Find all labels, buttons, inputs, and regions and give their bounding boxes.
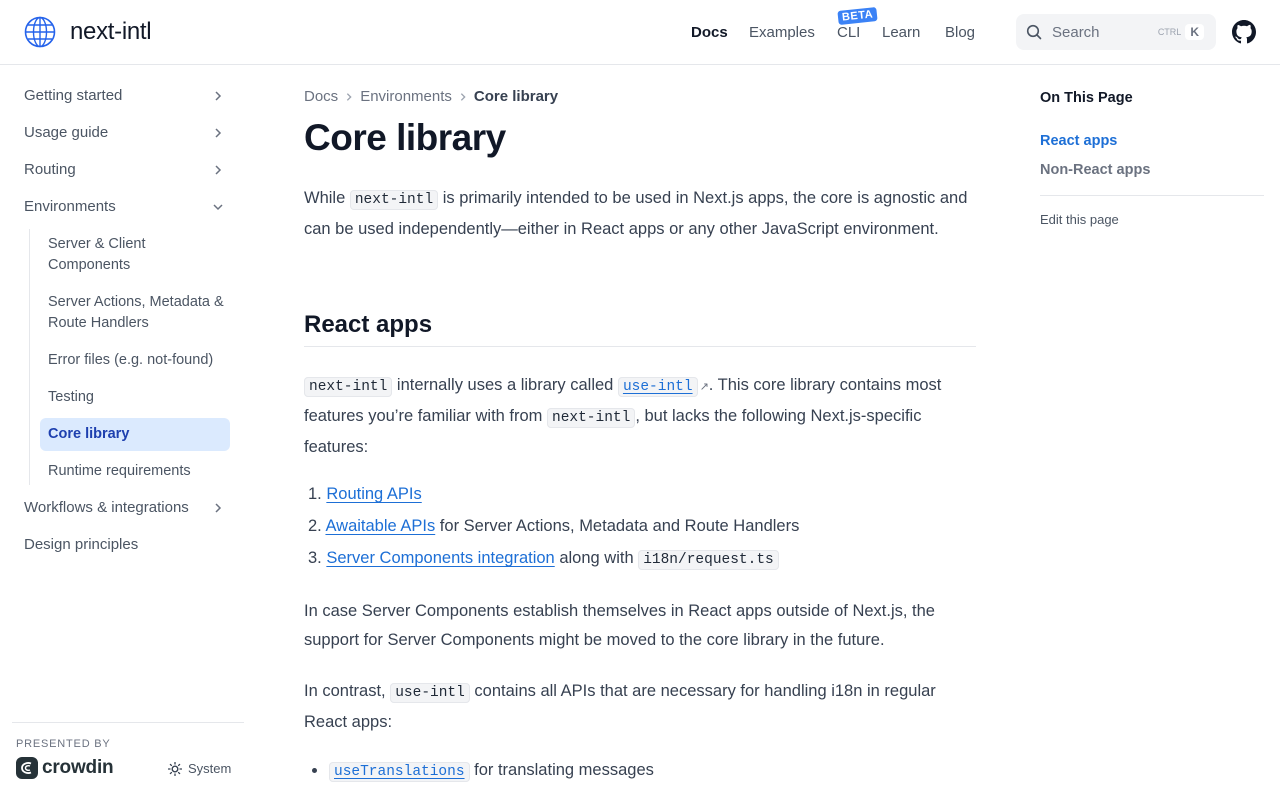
bullet-dot xyxy=(312,768,317,774)
crowdin-text: crowdin xyxy=(42,757,114,778)
section-divider xyxy=(304,346,976,347)
list-item: 3. Server Components integration along w… xyxy=(308,549,779,570)
section-heading-react-apps: React apps xyxy=(304,311,433,338)
inline-code: use-intl xyxy=(617,377,698,397)
logo-text: next-intl xyxy=(70,18,152,45)
inline-code: next-intl xyxy=(547,408,636,428)
list-text: for Server Actions, Metadata and Route H… xyxy=(435,517,800,535)
theme-toggle[interactable]: System xyxy=(168,761,231,776)
sidebar-item-design-principles[interactable]: Design principles xyxy=(24,536,230,553)
sidebar-item-error-files[interactable]: Error files (e.g. not-found) xyxy=(48,350,228,371)
external-link-icon: ↗ xyxy=(699,381,709,393)
intro-paragraph: While next-intl is primarily intended to… xyxy=(304,184,976,244)
server-components-paragraph: In case Server Components establish them… xyxy=(304,602,935,649)
list-item: 2. Awaitable APIs for Server Actions, Me… xyxy=(308,517,799,536)
top-header: next-intl Docs Examples CLI BETA Learn B… xyxy=(0,0,1280,65)
sidebar-item-runtime-requirements[interactable]: Runtime requirements xyxy=(48,461,228,482)
nav-blog[interactable]: Blog xyxy=(945,24,975,41)
bullet-item: useTranslations for translating messages xyxy=(312,761,654,782)
chevron-right-icon xyxy=(215,164,222,175)
sidebar-item-environments[interactable]: Environments xyxy=(24,198,230,215)
search-placeholder: Search xyxy=(1052,23,1100,41)
contrast-paragraph: In contrast, use-intl contains all APIs … xyxy=(304,677,976,737)
list-number: 2. xyxy=(308,517,322,535)
inline-code: useTranslations xyxy=(329,762,470,782)
list-number: 3. xyxy=(308,549,322,567)
chevron-right-icon xyxy=(215,502,222,513)
breadcrumb-environments[interactable]: Environments xyxy=(360,88,452,105)
edit-page-link[interactable]: Edit this page xyxy=(1040,212,1119,227)
sidebar-item-label: Usage guide xyxy=(24,124,109,141)
presented-by-label: PRESENTED BY xyxy=(16,738,111,750)
page-title: Core library xyxy=(304,117,506,158)
breadcrumb-docs[interactable]: Docs xyxy=(304,88,338,105)
toc-title: On This Page xyxy=(1040,90,1133,106)
globe-icon xyxy=(24,16,56,48)
crowdin-icon xyxy=(16,757,38,779)
search-icon xyxy=(1026,24,1042,40)
kbd-k: K xyxy=(1185,24,1204,40)
chevron-right-icon xyxy=(347,92,352,101)
chevron-right-icon xyxy=(215,127,222,138)
sidebar-subtree-line xyxy=(29,229,30,485)
breadcrumb: Docs Environments Core library xyxy=(304,88,558,105)
sidebar-item-core-library[interactable]: Core library xyxy=(48,424,228,445)
para-text: In contrast, xyxy=(304,682,391,700)
kbd-ctrl: CTRL xyxy=(1157,27,1182,37)
nav-learn[interactable]: Learn xyxy=(882,24,920,41)
chevron-right-icon xyxy=(215,90,222,101)
list-item: 1. Routing APIs xyxy=(308,485,422,504)
sidebar-item-label: Workflows & integrations xyxy=(24,499,189,516)
inline-code: next-intl xyxy=(349,190,439,210)
toc-item-react-apps[interactable]: React apps xyxy=(1040,133,1117,149)
sidebar-item-testing[interactable]: Testing xyxy=(48,387,228,408)
chevron-right-icon xyxy=(460,92,466,101)
sidebar-item-getting-started[interactable]: Getting started xyxy=(24,87,230,104)
sidebar-footer-divider xyxy=(12,722,244,723)
toc-item-non-react-apps[interactable]: Non-React apps xyxy=(1040,162,1150,178)
sidebar-item-label: Design principles xyxy=(24,536,139,553)
awaitable-apis-link[interactable]: Awaitable APIs xyxy=(325,517,435,535)
beta-badge: BETA xyxy=(837,6,878,26)
sidebar: Getting started Usage guide Routing Envi… xyxy=(0,65,256,800)
para-text: internally uses a library called xyxy=(392,376,618,394)
chevron-down-icon xyxy=(213,203,223,210)
nav-cli[interactable]: CLI xyxy=(837,24,860,41)
sidebar-item-label: Routing xyxy=(24,161,76,178)
sidebar-item-server-client-components[interactable]: Server & Client Components xyxy=(48,234,228,276)
crowdin-logo-link[interactable]: crowdin xyxy=(16,757,114,779)
routing-apis-link[interactable]: Routing APIs xyxy=(326,485,421,503)
github-icon[interactable] xyxy=(1232,20,1256,44)
list-number: 1. xyxy=(308,485,322,503)
sidebar-item-usage-guide[interactable]: Usage guide xyxy=(24,124,230,141)
sun-icon xyxy=(168,761,182,776)
use-translations-link[interactable]: useTranslations xyxy=(329,761,470,782)
nav-docs[interactable]: Docs xyxy=(691,24,728,41)
list-text: for translating messages xyxy=(469,761,654,779)
logo-link[interactable]: next-intl xyxy=(24,16,152,48)
sidebar-item-server-actions[interactable]: Server Actions, Metadata & Route Handler… xyxy=(48,292,228,334)
intro-text-1: While xyxy=(304,189,350,207)
search-input[interactable]: Search CTRL K xyxy=(1016,14,1216,50)
inline-code: next-intl xyxy=(304,377,393,397)
nav-examples[interactable]: Examples xyxy=(749,24,815,41)
sidebar-item-routing[interactable]: Routing xyxy=(24,161,230,178)
list-text: along with xyxy=(554,549,639,567)
breadcrumb-current: Core library xyxy=(473,88,559,105)
sidebar-item-label: Environments xyxy=(24,198,116,215)
sidebar-item-workflows[interactable]: Workflows & integrations xyxy=(24,499,230,516)
inline-code: i18n/request.ts xyxy=(638,550,779,570)
sidebar-item-label: Getting started xyxy=(24,87,123,104)
react-apps-paragraph: next-intl internally uses a library call… xyxy=(304,371,976,462)
theme-label: System xyxy=(188,761,232,776)
inline-code: use-intl xyxy=(390,683,470,703)
toc-divider xyxy=(1040,195,1264,196)
use-intl-link[interactable]: use-intl xyxy=(617,376,698,397)
server-components-integration-link[interactable]: Server Components integration xyxy=(326,549,554,567)
